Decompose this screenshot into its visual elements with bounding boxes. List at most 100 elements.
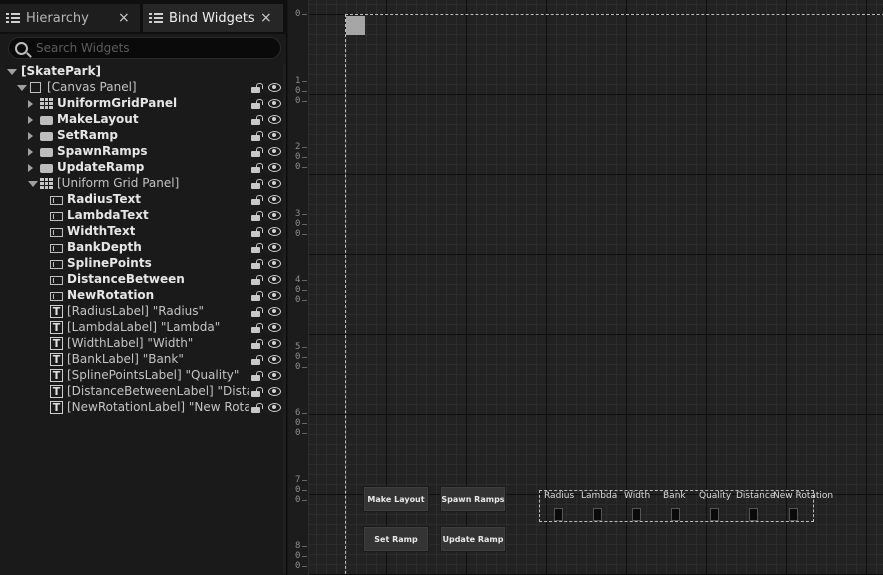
grid-text-box[interactable] (789, 508, 798, 521)
visibility-eye-icon[interactable] (268, 259, 281, 268)
scrollbar[interactable] (283, 64, 286, 574)
tree-item[interactable]: T [NewRotationLabel] "New Rotati (0, 400, 287, 416)
collapse-arrow-icon[interactable] (7, 69, 17, 75)
collapse-arrow-icon[interactable] (28, 181, 38, 187)
visibility-eye-icon[interactable] (268, 403, 281, 412)
visibility-eye-icon[interactable] (268, 275, 281, 284)
unlock-icon[interactable] (251, 275, 261, 285)
tree-item[interactable]: [Canvas Panel] (0, 80, 287, 96)
visibility-eye-icon[interactable] (268, 211, 281, 220)
visibility-eye-icon[interactable] (268, 83, 281, 92)
unlock-icon[interactable] (251, 227, 261, 237)
unlock-icon[interactable] (251, 163, 261, 173)
tree-item[interactable]: [Uniform Grid Panel] (0, 176, 287, 192)
tree-item[interactable]: T [BankLabel] "Bank" (0, 352, 287, 368)
tree-item[interactable]: T [SplinePointsLabel] "Quality" (0, 368, 287, 384)
ruler-tick-label: 400 (288, 275, 309, 305)
grid-text-box[interactable] (671, 508, 680, 521)
list-icon (149, 12, 163, 24)
unlock-icon[interactable] (251, 355, 261, 365)
ruler-tick-label: 200 (288, 142, 309, 172)
visibility-eye-icon[interactable] (268, 387, 281, 396)
visibility-eye-icon[interactable] (268, 355, 281, 364)
close-icon[interactable]: × (118, 10, 130, 26)
text-box-icon (50, 212, 63, 221)
make-layout-button[interactable]: Make Layout (363, 486, 429, 512)
tree-item[interactable]: [SkatePark] (0, 64, 287, 80)
grid-label: Bank (663, 491, 686, 501)
visibility-eye-icon[interactable] (268, 179, 281, 188)
tree-item[interactable]: UniformGridPanel (0, 96, 287, 112)
visibility-eye-icon[interactable] (268, 115, 281, 124)
visibility-eye-icon[interactable] (268, 243, 281, 252)
expand-arrow-icon[interactable] (28, 148, 33, 156)
grid-text-box[interactable] (749, 508, 758, 521)
expand-arrow-icon[interactable] (28, 116, 33, 124)
tree-item[interactable]: DistanceBetween (0, 272, 287, 288)
tree-item[interactable]: UpdateRamp (0, 160, 287, 176)
tree-item[interactable]: SplinePoints (0, 256, 287, 272)
tree-item[interactable]: NewRotation (0, 288, 287, 304)
tree-item-label: [BankLabel] "Bank" (67, 352, 184, 366)
expand-arrow-icon[interactable] (28, 100, 33, 108)
visibility-eye-icon[interactable] (268, 323, 281, 332)
visibility-eye-icon[interactable] (268, 227, 281, 236)
unlock-icon[interactable] (251, 291, 261, 301)
visibility-eye-icon[interactable] (268, 291, 281, 300)
search-widgets-box[interactable] (8, 37, 281, 59)
tab-hierarchy[interactable]: Hierarchy × (0, 4, 140, 32)
visibility-eye-icon[interactable] (268, 163, 281, 172)
tree-item[interactable]: BankDepth (0, 240, 287, 256)
visibility-eye-icon[interactable] (268, 339, 281, 348)
unlock-icon[interactable] (251, 99, 261, 109)
grid-text-box[interactable] (710, 508, 719, 521)
grid-text-box[interactable] (632, 508, 641, 521)
unlock-icon[interactable] (251, 179, 261, 189)
unlock-icon[interactable] (251, 339, 261, 349)
update-ramp-button[interactable]: Update Ramp (440, 526, 506, 552)
unlock-icon[interactable] (251, 371, 261, 381)
tree-item[interactable]: T [RadiusLabel] "Radius" (0, 304, 287, 320)
unlock-icon[interactable] (251, 195, 261, 205)
unlock-icon[interactable] (251, 323, 261, 333)
tree-item[interactable]: MakeLayout (0, 112, 287, 128)
tree-item[interactable]: SetRamp (0, 128, 287, 144)
tree-item[interactable]: T [DistanceBetweenLabel] "Distar (0, 384, 287, 400)
unlock-icon[interactable] (251, 259, 261, 269)
unlock-icon[interactable] (251, 387, 261, 397)
unlock-icon[interactable] (251, 211, 261, 221)
grid-text-box[interactable] (554, 508, 563, 521)
unlock-icon[interactable] (251, 243, 261, 253)
unlock-icon[interactable] (251, 403, 261, 413)
tree-item[interactable]: T [LambdaLabel] "Lambda" (0, 320, 287, 336)
uniform-grid-panel[interactable]: Radius Lambda Width Bank Quality Distance New … (539, 490, 833, 522)
close-icon[interactable]: × (260, 10, 272, 26)
grid-text-box[interactable] (593, 508, 602, 521)
tree-item[interactable]: T [WidthLabel] "Width" (0, 336, 287, 352)
visibility-eye-icon[interactable] (268, 147, 281, 156)
expand-arrow-icon[interactable] (28, 164, 33, 172)
collapse-arrow-icon[interactable] (17, 85, 27, 91)
visibility-eye-icon[interactable] (268, 195, 281, 204)
visibility-eye-icon[interactable] (268, 307, 281, 316)
tree-item[interactable]: RadiusText (0, 192, 287, 208)
visibility-eye-icon[interactable] (268, 99, 281, 108)
tree-item-label: [LambdaLabel] "Lambda" (67, 320, 221, 334)
unlock-icon[interactable] (251, 115, 261, 125)
tree-item[interactable]: WidthText (0, 224, 287, 240)
tree-item[interactable]: LambdaText (0, 208, 287, 224)
unlock-icon[interactable] (251, 131, 261, 141)
tree-item[interactable]: SpawnRamps (0, 144, 287, 160)
expand-arrow-icon[interactable] (28, 132, 33, 140)
search-input[interactable] (36, 41, 256, 55)
spawn-ramps-button[interactable]: Spawn Ramps (440, 486, 506, 512)
visibility-eye-icon[interactable] (268, 371, 281, 380)
unlock-icon[interactable] (251, 83, 261, 93)
set-ramp-button[interactable]: Set Ramp (363, 526, 429, 552)
visibility-eye-icon[interactable] (268, 131, 281, 140)
anchor-handle[interactable] (346, 16, 365, 35)
unlock-icon[interactable] (251, 307, 261, 317)
tab-bind-widgets[interactable]: Bind Widgets × (143, 4, 283, 32)
designer-canvas[interactable]: Make Layout Spawn Ramps Set Ramp Update … (309, 0, 883, 575)
unlock-icon[interactable] (251, 147, 261, 157)
